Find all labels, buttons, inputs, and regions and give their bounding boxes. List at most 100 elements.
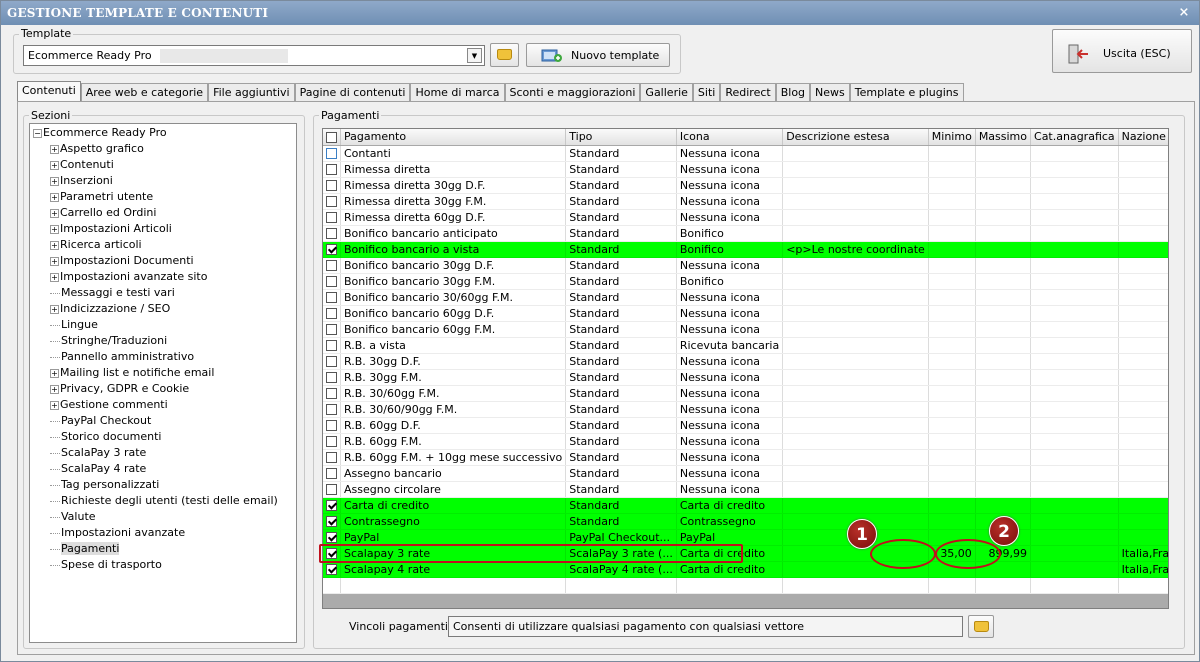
new-template-button[interactable]: Nuovo template: [526, 43, 670, 67]
table-cell[interactable]: [928, 369, 976, 386]
tab-redirect[interactable]: Redirect: [720, 83, 776, 102]
table-cell[interactable]: [1118, 497, 1168, 514]
table-cell[interactable]: [1118, 209, 1168, 226]
table-cell[interactable]: [1030, 353, 1119, 370]
table-cell[interactable]: [782, 369, 929, 386]
row-checkbox-cell[interactable]: [323, 257, 341, 274]
table-cell[interactable]: Contrassegno: [676, 513, 784, 530]
table-cell[interactable]: [975, 497, 1032, 514]
table-row[interactable]: R.B. 30/60/90gg F.M. Standard Nessuna icon…: [323, 401, 1168, 418]
table-cell[interactable]: [928, 209, 976, 226]
tree-item[interactable]: ScalaPay 4 rate: [50, 462, 146, 478]
table-cell[interactable]: Standard: [565, 225, 677, 242]
table-cell[interactable]: Nessuna icona: [676, 289, 784, 306]
tree-item[interactable]: ScalaPay 3 rate: [50, 446, 146, 462]
table-cell[interactable]: [1030, 145, 1119, 162]
table-cell[interactable]: Bonifico bancario 60gg D.F.: [340, 305, 567, 322]
table-cell[interactable]: Carta di credito: [676, 561, 784, 578]
table-cell[interactable]: [1118, 417, 1168, 434]
table-cell[interactable]: [975, 481, 1032, 498]
table-cell[interactable]: [1030, 369, 1119, 386]
row-checkbox[interactable]: [326, 180, 337, 191]
table-cell[interactable]: Standard: [565, 145, 677, 162]
table-cell[interactable]: [928, 193, 976, 210]
tree-item[interactable]: + Mailing list e notifiche email: [50, 366, 214, 382]
table-cell[interactable]: [1030, 273, 1119, 290]
table-cell[interactable]: [1118, 433, 1168, 450]
column-header[interactable]: Massimo: [975, 129, 1032, 146]
row-checkbox-cell[interactable]: [323, 193, 341, 210]
row-checkbox[interactable]: [326, 340, 337, 351]
table-cell[interactable]: [975, 417, 1032, 434]
table-cell[interactable]: Standard: [565, 321, 677, 338]
tree-item[interactable]: + Impostazioni Documenti: [50, 254, 194, 270]
tab-file-aggiuntivi[interactable]: File aggiuntivi: [208, 83, 295, 102]
expand-icon[interactable]: +: [50, 224, 59, 234]
table-cell[interactable]: [1030, 193, 1119, 210]
row-checkbox-cell[interactable]: [323, 225, 341, 242]
table-cell[interactable]: [928, 513, 976, 530]
column-header[interactable]: Minimo: [928, 129, 976, 146]
table-cell[interactable]: [928, 289, 976, 306]
tree-item[interactable]: + Impostazioni avanzate sito: [50, 270, 207, 286]
table-row[interactable]: Bonifico bancario 30gg F.M. Standard Bonif…: [323, 273, 1168, 290]
table-cell[interactable]: Contanti: [340, 145, 567, 162]
table-cell[interactable]: [928, 241, 976, 258]
table-cell[interactable]: [1118, 369, 1168, 386]
row-checkbox-cell[interactable]: [323, 449, 341, 466]
table-cell[interactable]: [975, 321, 1032, 338]
table-cell[interactable]: Nessuna icona: [676, 481, 784, 498]
table-cell[interactable]: [1030, 513, 1119, 530]
row-checkbox[interactable]: [326, 404, 337, 415]
table-cell[interactable]: [975, 273, 1032, 290]
sections-tree[interactable]: − Ecommerce Ready Pro + Aspetto grafico + Co…: [29, 123, 297, 643]
tree-item[interactable]: + Gestione commenti: [50, 398, 168, 414]
table-row[interactable]: Bonifico bancario 60gg D.F. Standard Nessu…: [323, 305, 1168, 322]
table-cell[interactable]: Rimessa diretta 60gg D.F.: [340, 209, 567, 226]
table-row[interactable]: Rimessa diretta Standard Nessuna icona: [323, 161, 1168, 178]
table-cell[interactable]: [975, 433, 1032, 450]
table-cell[interactable]: [928, 305, 976, 322]
table-cell[interactable]: [782, 257, 929, 274]
tab-news[interactable]: News: [810, 83, 850, 102]
table-cell[interactable]: [1118, 177, 1168, 194]
table-cell[interactable]: Standard: [565, 289, 677, 306]
row-checkbox-cell[interactable]: [323, 369, 341, 386]
row-checkbox[interactable]: [326, 532, 337, 543]
table-cell[interactable]: [928, 449, 976, 466]
row-checkbox[interactable]: [326, 228, 337, 239]
table-row[interactable]: Rimessa diretta 30gg F.M. Standard Nessuna…: [323, 193, 1168, 210]
table-row[interactable]: Bonifico bancario 30gg D.F. Standard Nessu…: [323, 257, 1168, 274]
table-cell[interactable]: [1118, 145, 1168, 162]
table-cell[interactable]: Standard: [565, 257, 677, 274]
column-header[interactable]: Icona: [676, 129, 784, 146]
table-cell[interactable]: Rimessa diretta: [340, 161, 567, 178]
template-select[interactable]: Ecommerce Ready Pro ▼: [23, 45, 485, 66]
row-checkbox-cell[interactable]: [323, 209, 341, 226]
expand-icon[interactable]: +: [50, 240, 59, 250]
tab-siti[interactable]: Siti: [692, 83, 721, 102]
tab-template-e-plugins[interactable]: Template e plugins: [849, 83, 964, 102]
table-cell[interactable]: [782, 321, 929, 338]
table-cell[interactable]: Assegno circolare: [340, 481, 567, 498]
table-row[interactable]: R.B. 30/60gg F.M. Standard Nessuna icona: [323, 385, 1168, 402]
table-cell[interactable]: Nessuna icona: [676, 145, 784, 162]
table-cell[interactable]: Standard: [565, 497, 677, 514]
constraints-field[interactable]: Consenti di utilizzare qualsiasi pagamen…: [448, 616, 963, 637]
table-cell[interactable]: [928, 145, 976, 162]
row-checkbox[interactable]: [326, 276, 337, 287]
tree-item[interactable]: Valute: [50, 510, 96, 526]
table-cell[interactable]: [975, 337, 1032, 354]
row-checkbox-cell[interactable]: [323, 497, 341, 514]
table-cell[interactable]: [928, 257, 976, 274]
table-cell[interactable]: [1030, 241, 1119, 258]
table-cell[interactable]: [782, 465, 929, 482]
tree-item[interactable]: Lingue: [50, 318, 98, 334]
table-cell[interactable]: <p>Le nostre coordinate: [782, 241, 929, 258]
table-row[interactable]: Contrassegno Standard Contrassegno: [323, 513, 1168, 530]
row-checkbox-cell[interactable]: [323, 465, 341, 482]
table-cell[interactable]: [782, 417, 929, 434]
table-cell[interactable]: [1118, 257, 1168, 274]
table-cell[interactable]: [928, 161, 976, 178]
table-row[interactable]: R.B. 30gg D.F. Standard Nessuna icona: [323, 353, 1168, 370]
